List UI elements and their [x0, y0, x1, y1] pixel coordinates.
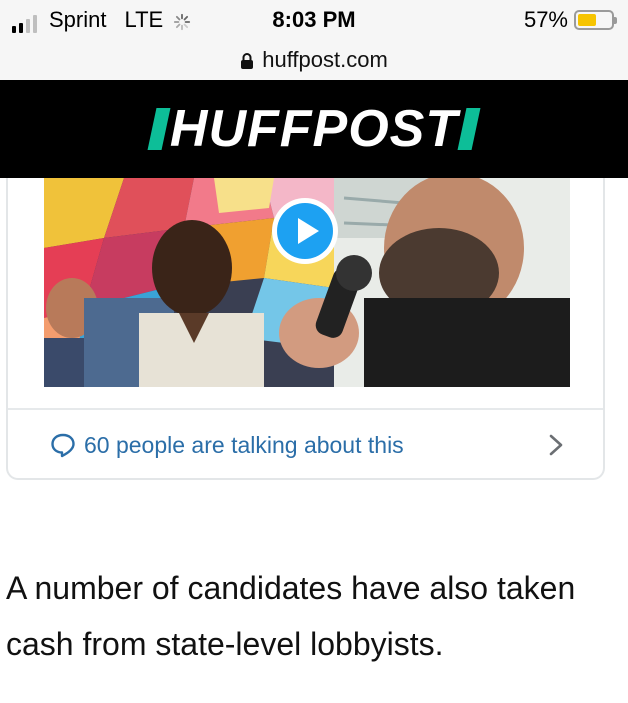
- site-header: HUFFPOST: [0, 80, 628, 178]
- embedded-tweet-card: 60 people are talking about this: [6, 178, 605, 480]
- address-bar[interactable]: huffpost.com: [0, 40, 628, 80]
- lock-icon: [241, 53, 254, 69]
- play-icon[interactable]: [270, 196, 340, 266]
- chevron-right-icon[interactable]: [547, 433, 565, 457]
- battery-percent: 57%: [523, 7, 568, 32]
- status-right: 57%: [523, 7, 617, 33]
- speech-bubble-icon: [51, 433, 75, 458]
- status-bar: Sprint LTE 8:03 PM 57%: [0, 0, 628, 40]
- url-domain[interactable]: huffpost.com: [262, 47, 388, 73]
- battery-level-fill: [578, 14, 597, 26]
- logo-text: HUFFPOST: [169, 100, 459, 158]
- article-paragraph: A number of candidates have also taken c…: [6, 570, 576, 662]
- card-divider: [8, 408, 603, 410]
- battery-icon: [574, 10, 617, 30]
- logo-left-bar: [147, 108, 171, 150]
- conversation-link[interactable]: 60 people are talking about this: [50, 428, 565, 462]
- video-thumbnail[interactable]: [44, 178, 570, 387]
- logo-right-bar: [457, 108, 481, 150]
- huffpost-logo[interactable]: HUFFPOST: [147, 99, 481, 159]
- talking-count-text[interactable]: 60 people are talking about this: [84, 432, 404, 459]
